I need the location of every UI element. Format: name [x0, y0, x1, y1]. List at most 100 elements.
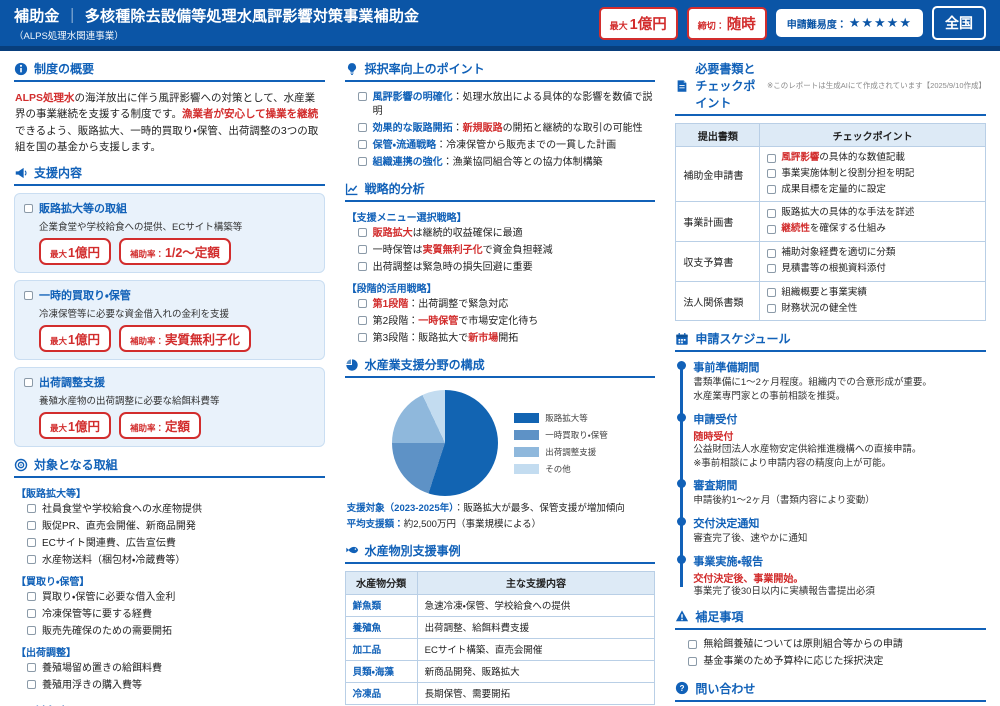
- checklist-item[interactable]: 冷凍保管等に要する経費: [14, 606, 325, 623]
- checkbox[interactable]: [24, 378, 33, 388]
- checklist-item[interactable]: 養殖用浮きの購入費等: [14, 677, 325, 694]
- checklist-item[interactable]: 一時保管は実質無利子化で資金負担軽減: [345, 242, 656, 259]
- checkbox[interactable]: [767, 185, 777, 195]
- checklist-item[interactable]: 第1段階：出荷調整で緊急対応: [345, 296, 656, 313]
- checklist-item[interactable]: 買取り・保管に必要な借入金利: [14, 589, 325, 606]
- doc-name: 収支予算書: [675, 241, 761, 282]
- checklist-item[interactable]: 販売先確保のための需要開拓: [14, 623, 325, 640]
- difficulty-badge: 申請難易度： ★★★★★: [775, 9, 923, 37]
- check-item[interactable]: 事業実施体制と役割分担を明記: [767, 166, 978, 182]
- checkbox[interactable]: [27, 592, 36, 602]
- checkbox[interactable]: [27, 555, 36, 565]
- legend-label: その他: [545, 463, 571, 474]
- checkbox[interactable]: [767, 288, 777, 298]
- overview-paragraph: ALPS処理水の海洋放出に伴う風評影響への対策として、水産業界の事業継続を支援す…: [14, 89, 325, 155]
- section-heading-docs: 必要書類とチェックポイント ※このレポートは生成AIにて作成されています【202…: [675, 60, 987, 116]
- checklist-label: 水産物送料（梱包材・冷蔵費等）: [42, 554, 186, 566]
- checklist-label: 第3段階：販路拡大で新市場開拓: [373, 332, 519, 346]
- step-text: 水産業専門家との事前相談を推奨。: [693, 391, 846, 403]
- checklist-label: 組織連携の強化：漁業協同組合等との協力体制構築: [373, 156, 603, 170]
- check-item[interactable]: 見積書等の根拠資料添付: [767, 261, 978, 277]
- checkbox[interactable]: [357, 157, 367, 166]
- checkbox[interactable]: [357, 316, 367, 325]
- case-desc: ECサイト構築、直売会開催: [416, 637, 656, 661]
- check-label: 販路拡大の具体的な手法を詳述: [781, 207, 914, 220]
- checkbox[interactable]: [27, 680, 36, 690]
- checkbox[interactable]: [688, 656, 698, 666]
- title-box: 補助金｜多核種除去設備等処理水風評影響対策事業補助金 （ALPS処理水関連事業）: [14, 5, 419, 42]
- checklist-item[interactable]: 養殖場留め置きの給餌料費: [14, 660, 325, 677]
- max-amount-prefix: 最大: [609, 20, 628, 31]
- table-row: 事業計画書 販路拡大の具体的な手法を詳述 継続性を確保する仕組み: [675, 201, 987, 243]
- checkbox[interactable]: [767, 224, 777, 234]
- checkbox[interactable]: [24, 204, 33, 214]
- checkbox[interactable]: [688, 639, 698, 649]
- checkbox[interactable]: [357, 92, 367, 101]
- doc-name: 補助金申請書: [675, 145, 761, 203]
- strategy-rest: は継続的収益確保に最適: [412, 227, 523, 239]
- rate-badge: 補助率： 1/2～定額: [118, 238, 231, 266]
- deadline-badge: 締切： 随時: [686, 6, 767, 40]
- checklist-item[interactable]: 組織連携の強化：漁業協同組合等との協力体制構築: [345, 154, 656, 171]
- checkbox[interactable]: [767, 264, 777, 274]
- check-item[interactable]: 継続性を確保する仕組み: [767, 222, 978, 238]
- check-item[interactable]: 販路拡大の具体的な手法を詳述: [767, 206, 978, 222]
- check-item[interactable]: 補助対象経費を適切に分類: [767, 246, 978, 262]
- checkbox[interactable]: [357, 262, 367, 271]
- strategy-group-label: 【段階的活用戦略】: [346, 284, 437, 295]
- legend-label: 出荷調整支援: [545, 446, 597, 457]
- checkbox[interactable]: [27, 609, 36, 619]
- checklist-label: 基金事業のため予算枠に応じた採択決定: [703, 656, 884, 668]
- support-card-desc: 企業食堂や学校給食への提供、ECサイト構築等: [39, 222, 243, 234]
- check-item[interactable]: 風評影響の具体的な数値記載: [767, 151, 978, 167]
- step-text: ※事前相談により申請内容の精度向上が可能。: [693, 457, 892, 469]
- header-bar: 補助金｜多核種除去設備等処理水風評影響対策事業補助金 （ALPS処理水関連事業）…: [0, 0, 1000, 46]
- checkbox[interactable]: [357, 123, 367, 132]
- checklist-item[interactable]: 第3段階：販路拡大で新市場開拓: [345, 330, 656, 347]
- checkbox[interactable]: [27, 504, 36, 514]
- check-item[interactable]: 成果目標を定量的に設定: [767, 182, 978, 198]
- table-header-row: 提出書類 チェックポイント: [675, 123, 987, 147]
- point-lead: 効果的な販路開拓: [372, 122, 453, 134]
- doc-name: 法人関係書類: [675, 280, 761, 322]
- checklist-item[interactable]: 保管・流通戦略：冷凍保管から販売までの一貫した計画: [345, 137, 656, 154]
- checkbox[interactable]: [357, 333, 367, 342]
- svg-text:?: ?: [680, 684, 685, 693]
- checkbox[interactable]: [27, 521, 36, 531]
- checkbox[interactable]: [24, 291, 33, 301]
- checklist-item[interactable]: 効果的な販路開拓：新規販路の開拓と継続的な取引の可能性: [345, 120, 656, 137]
- megaphone-icon: [14, 166, 28, 180]
- rate-prefix: 補助率：: [129, 336, 164, 347]
- check-item[interactable]: 財務状況の健全性: [767, 301, 978, 317]
- check-text: 補助対象経費を適切に分類: [781, 247, 896, 259]
- checkbox[interactable]: [27, 626, 36, 636]
- checkbox[interactable]: [767, 304, 777, 313]
- checkbox[interactable]: [767, 169, 777, 179]
- checklist-item[interactable]: 販路拡大は継続的収益確保に最適: [345, 225, 656, 242]
- checklist-item[interactable]: ECサイト関連費、広告宣伝費: [14, 535, 325, 552]
- deadline-value: 随時: [726, 16, 756, 33]
- checklist-item[interactable]: 無給餌養殖については原則組合等からの申請: [675, 637, 986, 654]
- title-divider: ｜: [64, 7, 80, 25]
- checkbox[interactable]: [767, 248, 777, 258]
- checklist-item[interactable]: 第2段階：一時保管で市場安定化待ち: [345, 313, 656, 330]
- checkbox[interactable]: [357, 228, 367, 237]
- point-lead: 組織連携の強化: [372, 156, 443, 168]
- checklist-item[interactable]: 風評影響の明確化：処理水放出による具体的な影響を数値で説明: [345, 89, 656, 120]
- checkbox[interactable]: [357, 245, 367, 254]
- checklist-item[interactable]: 水産物送料（梱包材・冷蔵費等）: [14, 552, 325, 569]
- section-title: 補足事項: [695, 609, 744, 624]
- checklist-item[interactable]: 出荷調整は緊急時の損失回避に重要: [345, 259, 656, 276]
- checkbox[interactable]: [27, 663, 36, 673]
- checkbox[interactable]: [27, 538, 36, 548]
- checklist-item[interactable]: 基金事業のため予算枠に応じた採択決定: [675, 654, 986, 671]
- section-title: 申請スケジュール: [695, 332, 791, 347]
- checkbox[interactable]: [357, 140, 367, 149]
- checkbox[interactable]: [357, 299, 367, 308]
- checkbox[interactable]: [767, 153, 777, 163]
- checklist-item[interactable]: 販促PR、直売会開催、新商品開発: [14, 518, 325, 535]
- check-label: 組織概要と事業実績: [781, 287, 867, 300]
- checklist-item[interactable]: 社員食堂や学校給食への水産物提供: [14, 501, 325, 518]
- checkbox[interactable]: [767, 208, 777, 218]
- check-item[interactable]: 組織概要と事業実績: [767, 285, 978, 301]
